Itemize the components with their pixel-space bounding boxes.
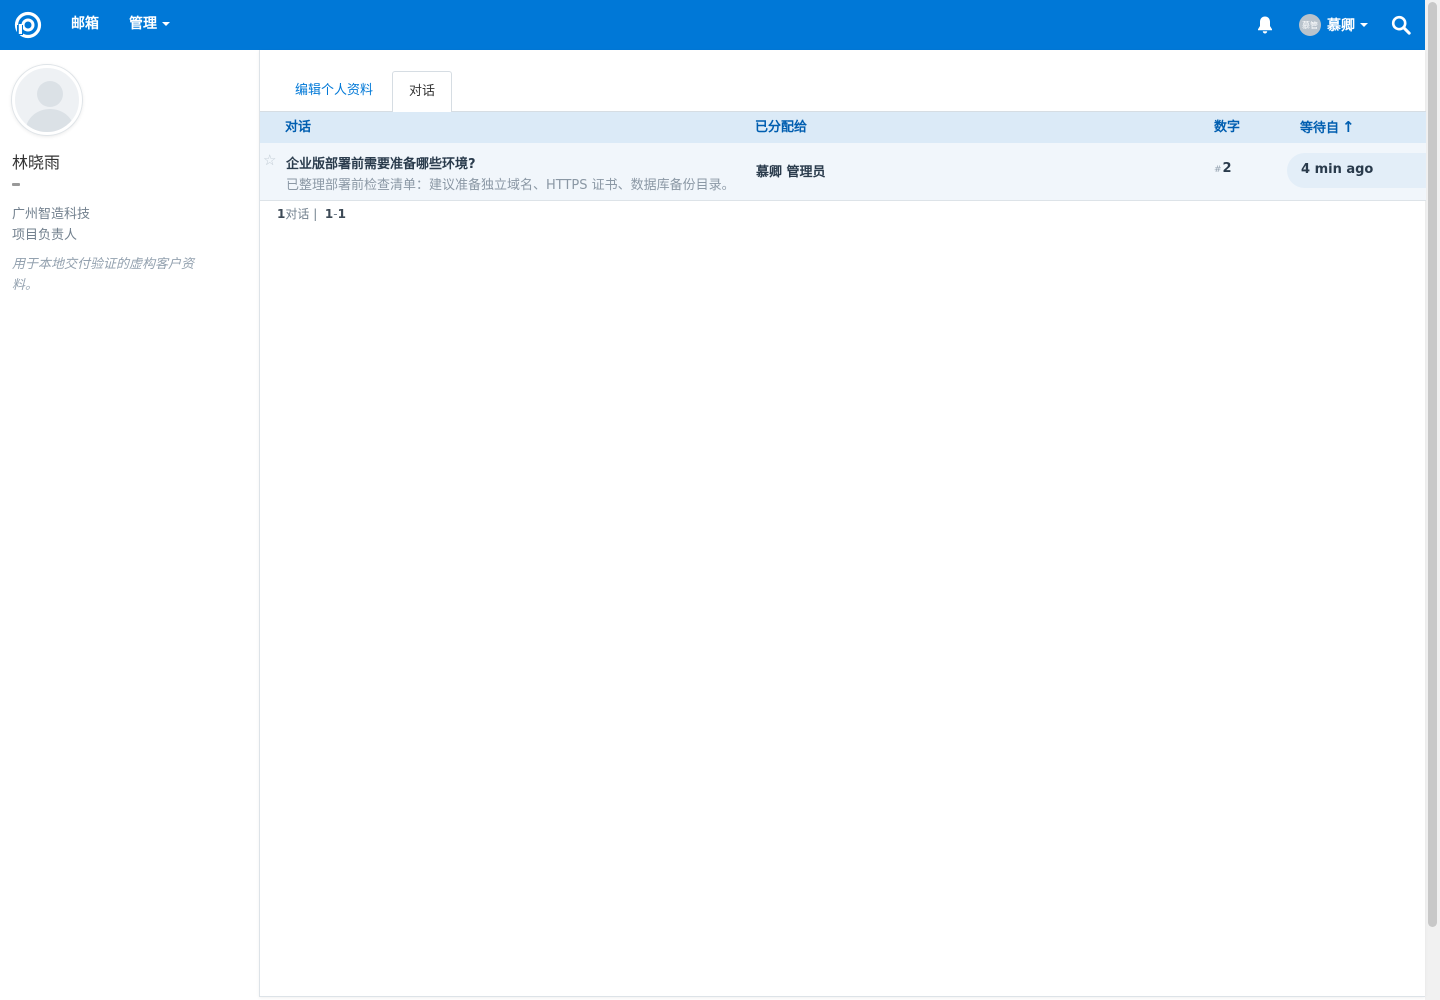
pagination-info: 1对话 | 1-1 (277, 205, 346, 222)
column-header-conversation-label: 对话 (285, 120, 312, 135)
waiting-since-badge: 4 min ago (1287, 153, 1426, 188)
conversation-number-value: 2 (1222, 161, 1232, 176)
column-header-assigned[interactable]: 已分配给 (755, 112, 807, 143)
customer-note: 用于本地交付验证的虚构客户资料。 (12, 257, 195, 293)
chevron-down-icon (162, 22, 170, 26)
conversation-assignee: 慕卿 管理员 (756, 165, 826, 180)
column-header-assigned-label: 已分配给 (755, 120, 808, 135)
nav-mailbox-link[interactable]: 邮箱 (71, 0, 99, 50)
tab-edit-profile[interactable]: 编辑个人资料 (279, 71, 389, 112)
column-header-waiting-label: 等待自 (1300, 121, 1340, 136)
conversation-preview: 已整理部署前检查清单：建议准备独立域名、HTTPS 证书、数据库备份目录。 (286, 178, 735, 193)
conversation-count-label: 对话 (285, 207, 310, 221)
conversation-subject[interactable]: 企业版部署前需要准备哪些环境? (286, 153, 476, 172)
helpdesk-logo-icon[interactable] (14, 11, 42, 39)
profile-tabs: 编辑个人资料 对话 (260, 71, 1426, 113)
hash-symbol: # (1214, 165, 1222, 175)
chevron-down-icon (1360, 23, 1368, 27)
page-scrollbar-thumb[interactable] (1428, 2, 1437, 927)
column-header-number[interactable]: 数字 (1214, 112, 1240, 143)
customer-company: 广州智造科技 (12, 207, 91, 222)
top-navbar: 邮箱 管理 慕管 慕卿 (0, 0, 1425, 50)
avatar: 慕管 (1299, 14, 1321, 36)
sort-ascending-icon: ↑ (1342, 118, 1355, 136)
customer-name: 林晓雨 (12, 153, 61, 172)
page-range-end: 1 (337, 207, 346, 221)
user-name: 慕卿 (1327, 18, 1355, 34)
avatar-initials: 慕管 (1302, 20, 1318, 30)
customer-job-title: 项目负责人 (12, 228, 78, 243)
default-user-icon (25, 81, 75, 132)
star-icon[interactable]: ☆ (263, 151, 276, 169)
nav-mailbox-label: 邮箱 (71, 16, 99, 32)
tab-conversations-label: 对话 (409, 84, 436, 99)
column-header-number-label: 数字 (1214, 120, 1241, 135)
customer-avatar (12, 65, 82, 135)
nav-manage-label: 管理 (129, 16, 157, 32)
user-menu-dropdown[interactable]: 慕管 慕卿 (1299, 13, 1368, 37)
tab-conversations[interactable]: 对话 (392, 71, 453, 113)
customer-info-divider (12, 183, 20, 186)
conversation-number: #2 (1214, 161, 1232, 176)
table-row[interactable]: ☆ 企业版部署前需要准备哪些环境? 已整理部署前检查清单：建议准备独立域名、HT… (260, 143, 1426, 201)
search-icon[interactable] (1391, 15, 1411, 35)
nav-manage-dropdown[interactable]: 管理 (129, 0, 170, 50)
tab-edit-profile-label: 编辑个人资料 (295, 83, 374, 98)
page-range-start: 1 (324, 207, 334, 221)
pager-separator: | (313, 207, 318, 221)
bell-icon[interactable] (1256, 15, 1274, 35)
customer-profile-sidebar: 林晓雨 广州智造科技 项目负责人 用于本地交付验证的虚构客户资料。 (0, 50, 259, 1000)
conversation-table-header: 对话 已分配给 数字 等待自 ↑ (260, 112, 1426, 143)
column-header-waiting-since[interactable]: 等待自 ↑ (1300, 112, 1355, 144)
column-header-conversation[interactable]: 对话 (285, 112, 311, 143)
conversations-panel: 编辑个人资料 对话 对话 已分配给 数字 等待自 ↑ ☆ 企业版部署前需要准备哪些… (259, 50, 1426, 997)
